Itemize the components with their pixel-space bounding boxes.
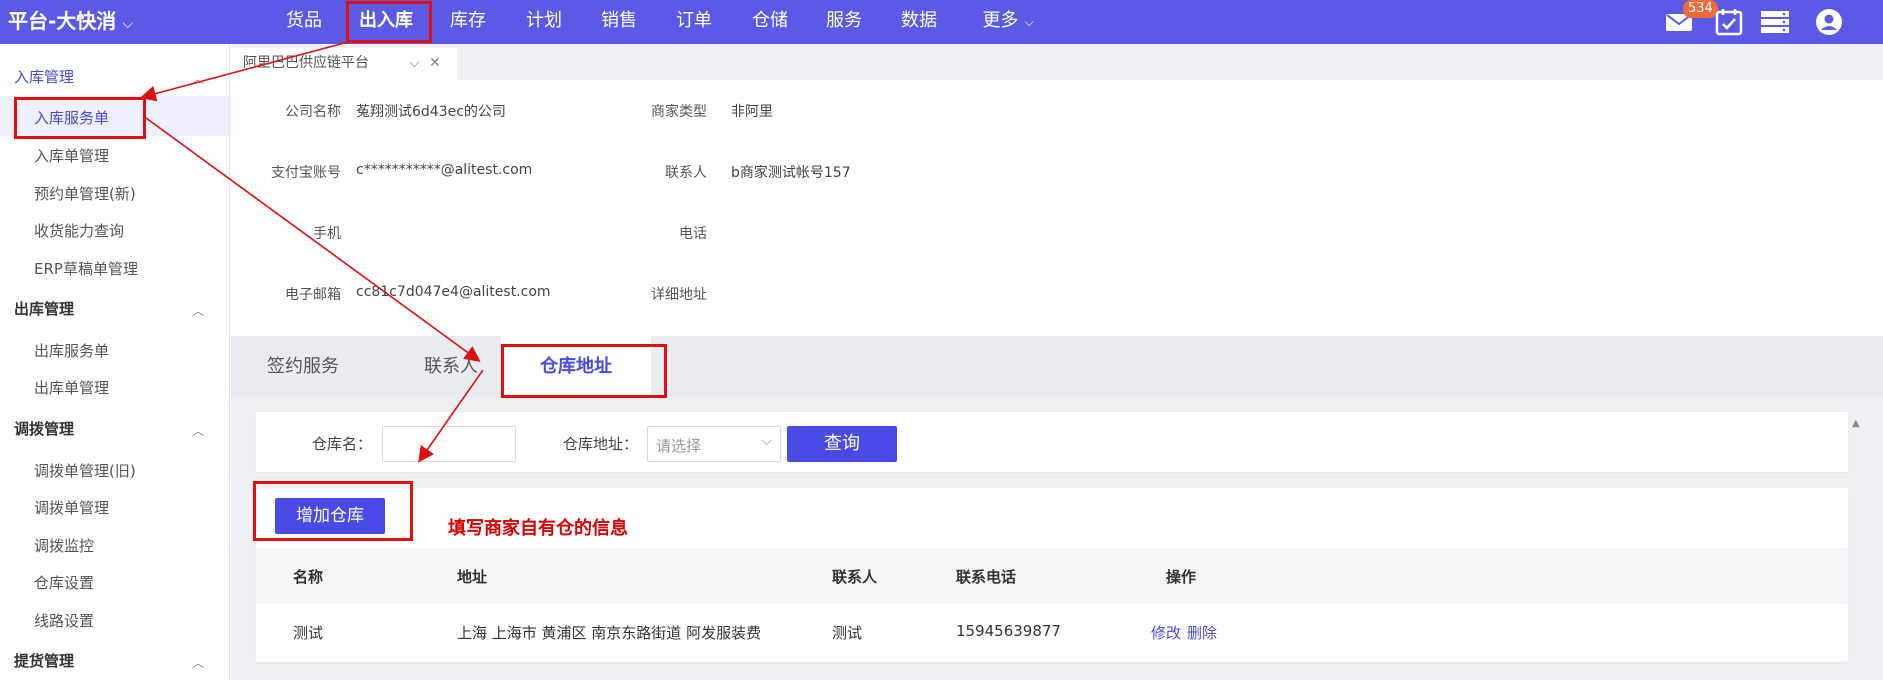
nav-more-label: 更多 — [982, 10, 1019, 31]
sidebar-item-appointment-mgmt[interactable]: 预约单管理(新) — [34, 183, 136, 204]
nav-warehousing[interactable]: 仓储 — [742, 0, 798, 44]
highlight-box-tab — [501, 344, 667, 398]
chevron-up-icon[interactable]: ︿ — [192, 422, 204, 439]
chevron-down-icon: ⌵ — [1024, 15, 1034, 29]
cell-name: 测试 — [293, 624, 324, 642]
cell-address: 上海 上海市 黄浦区 南京东路街道 阿发服装费 — [457, 624, 762, 642]
tab-contacts[interactable]: 联系人 — [401, 336, 501, 398]
sidebar-item-outbound-order-mgmt[interactable]: 出库单管理 — [34, 377, 109, 398]
nav-inventory[interactable]: 库存 — [440, 0, 496, 44]
th-phone: 联系电话 — [956, 568, 1017, 586]
tab-alibaba-supply-chain[interactable]: 阿里巴巴供应链平台 ⌵ ✕ — [231, 48, 457, 80]
select-placeholder: 请选择 — [656, 437, 702, 455]
brand-switcher[interactable]: 平台-大快消 ⌵ — [8, 0, 133, 44]
chevron-down-icon: ⌵ — [761, 433, 772, 449]
merchant-type-value: 非阿里 — [731, 104, 773, 120]
nav-more[interactable]: 更多 ⌵ — [976, 0, 1040, 44]
sidebar-item-outbound-service-order[interactable]: 出库服务单 — [34, 340, 109, 361]
phone-label: 电话 — [679, 226, 707, 242]
contact-value: b商家测试帐号157 — [731, 165, 851, 181]
sidebar-group-inbound[interactable]: 入库管理 — [14, 66, 74, 87]
annotation-text: 填写商家自有仓的信息 — [448, 518, 628, 539]
highlight-box-nav — [346, 1, 432, 43]
nav-service[interactable]: 服务 — [816, 0, 872, 44]
mobile-label: 手机 — [313, 226, 341, 242]
sidebar-item-warehouse-settings[interactable]: 仓库设置 — [34, 572, 94, 593]
chevron-up-icon[interactable]: ︿ — [192, 70, 204, 87]
sidebar-item-transfer-old[interactable]: 调拨单管理(旧) — [34, 460, 136, 481]
warehouse-address-label: 仓库地址： — [563, 435, 639, 453]
nav-orders[interactable]: 订单 — [666, 0, 722, 44]
nav-sales[interactable]: 销售 — [591, 0, 647, 44]
th-address: 地址 — [457, 568, 488, 586]
highlight-box-add — [253, 481, 413, 541]
sidebar-item-transfer-monitor[interactable]: 调拨监控 — [34, 535, 94, 556]
address-label: 详细地址 — [651, 287, 707, 303]
cell-phone: 15945639877 — [956, 622, 1061, 640]
merchant-type-label: 商家类型 — [651, 104, 707, 120]
cell-contact: 测试 — [832, 624, 863, 642]
sidebar-item-transfer-mgmt[interactable]: 调拨单管理 — [34, 497, 109, 518]
delete-link[interactable]: 删除 — [1187, 622, 1217, 643]
top-nav-bar: 平台-大快消 ⌵ 货品 出入库 库存 计划 销售 订单 仓储 服务 数据 更多 ⌵ … — [0, 0, 1883, 44]
th-actions: 操作 — [1166, 568, 1197, 586]
sidebar-group-pickup[interactable]: 提货管理 — [14, 650, 74, 671]
highlight-box-sidebar — [14, 97, 146, 139]
nav-data[interactable]: 数据 — [891, 0, 947, 44]
chevron-down-icon[interactable]: ⌵ — [409, 48, 420, 78]
sidebar-item-erp-draft[interactable]: ERP草稿单管理 — [34, 258, 138, 279]
th-contact: 联系人 — [832, 568, 878, 586]
sidebar-item-route-settings[interactable]: 线路设置 — [34, 610, 94, 631]
warehouse-name-input[interactable] — [382, 426, 516, 462]
brand-title: 平台-大快消 — [8, 9, 117, 33]
chevron-up-icon[interactable]: ︿ — [192, 302, 204, 319]
th-name: 名称 — [293, 568, 324, 586]
chevron-up-icon[interactable]: ︿ — [192, 654, 204, 671]
chevron-down-icon: ⌵ — [122, 16, 133, 32]
content-tab-strip: 阿里巴巴供应链平台 ⌵ ✕ — [231, 44, 1883, 80]
query-button[interactable]: 查询 — [787, 426, 897, 462]
contact-label: 联系人 — [665, 165, 707, 181]
sidebar-group-outbound[interactable]: 出库管理 — [14, 298, 74, 319]
email-label: 电子邮箱 — [285, 287, 341, 303]
sidebar-group-transfer[interactable]: 调拨管理 — [14, 418, 74, 439]
company-name-value: 菟翔测试6d43ec的公司 — [356, 104, 506, 120]
server-list-icon[interactable] — [1760, 8, 1790, 36]
user-avatar-icon[interactable] — [1814, 8, 1844, 36]
merchant-info-panel: 公司名称 菟翔测试6d43ec的公司 商家类型 非阿里 支付宝账号 c*****… — [231, 80, 1883, 336]
email-value: cc81c7d047e4@alitest.com — [356, 284, 551, 300]
warehouse-address-select[interactable]: 请选择 ⌵ — [647, 426, 781, 462]
calendar-check-icon[interactable] — [1714, 8, 1744, 36]
nav-plan[interactable]: 计划 — [516, 0, 572, 44]
sidebar-item-receiving-capacity[interactable]: 收货能力查询 — [34, 220, 124, 241]
section-tabs: 签约服务 联系人 仓库地址 — [231, 336, 1883, 398]
nav-goods[interactable]: 货品 — [276, 0, 332, 44]
tab-contract-service[interactable]: 签约服务 — [253, 336, 353, 398]
close-icon[interactable]: ✕ — [429, 48, 441, 78]
scroll-up-icon[interactable]: ▲ — [1852, 418, 1860, 429]
table-header: 名称 地址 联系人 联系电话 操作 — [256, 548, 1848, 604]
warehouse-name-label: 仓库名： — [312, 435, 373, 453]
mail-badge: 534 — [1683, 0, 1718, 18]
sidebar-item-inbound-order-mgmt[interactable]: 入库单管理 — [34, 145, 109, 166]
tab-label: 阿里巴巴供应链平台 — [243, 55, 369, 71]
company-name-label: 公司名称 — [285, 104, 341, 120]
edit-link[interactable]: 修改 — [1151, 622, 1181, 643]
alipay-label: 支付宝账号 — [271, 165, 341, 181]
alipay-value: c***********@alitest.com — [356, 162, 533, 178]
